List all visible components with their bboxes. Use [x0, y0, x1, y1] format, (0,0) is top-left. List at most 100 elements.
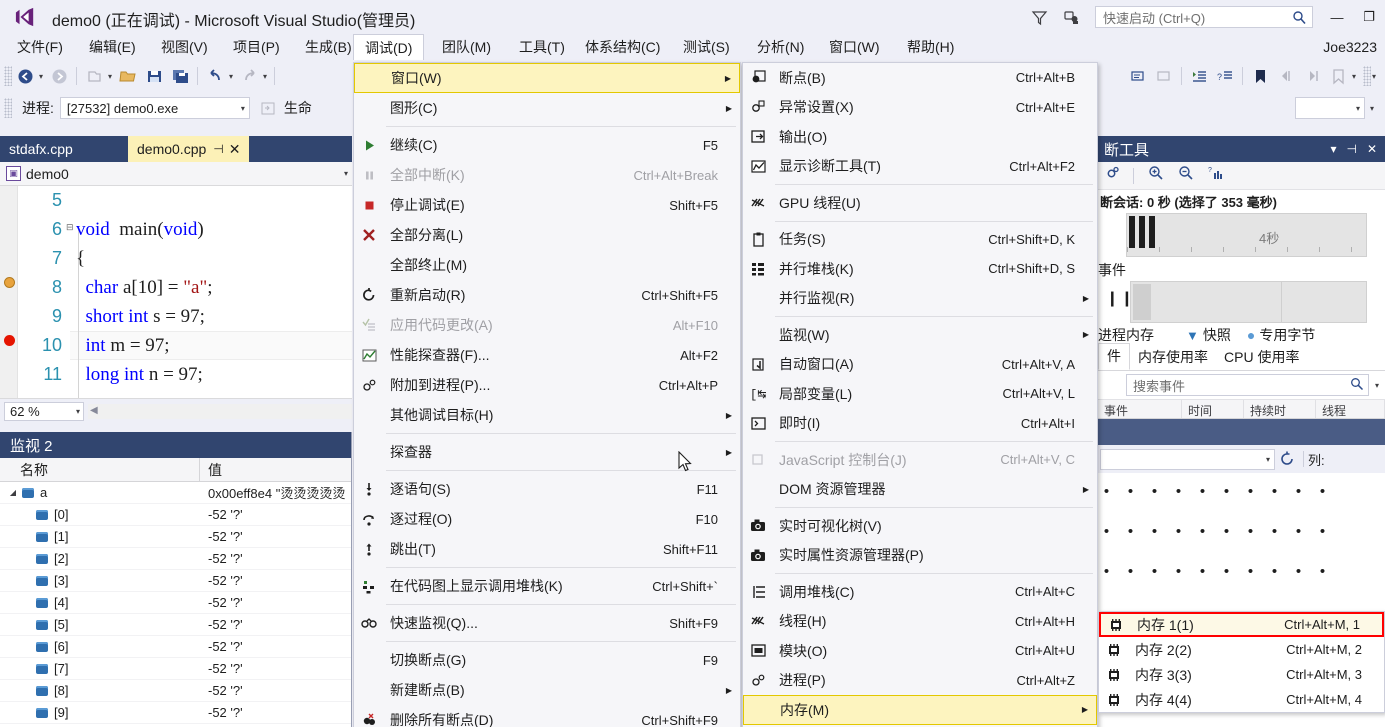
tab-cpu-usage[interactable]: CPU 使用率: [1216, 345, 1307, 370]
code-area[interactable]: 5 6 void main(void) ⊟ 7 { 8 char a[10] =…: [0, 186, 352, 398]
menubar-item-1[interactable]: 编辑(E): [78, 34, 147, 60]
editor-horizontal-scrollbar[interactable]: ◀: [88, 404, 352, 419]
memory-content-area[interactable]: • • • • • • • • • • • • • • • • • • • • …: [1098, 473, 1385, 606]
clear-bookmarks-icon[interactable]: [1325, 64, 1351, 88]
menu-item-在代码图上显示调用堆栈K[interactable]: 在代码图上显示调用堆栈(K) Ctrl+Shift+`: [354, 571, 740, 601]
navigate-backward-icon[interactable]: [12, 64, 38, 88]
menu-item-并行堆栈K[interactable]: 并行堆栈(K) Ctrl+Shift+D, S: [743, 254, 1097, 284]
menu-item-内存M[interactable]: 内存(M) ▶: [743, 695, 1097, 725]
watch-row[interactable]: [7] -52 '?': [0, 658, 351, 680]
menubar-item-8[interactable]: 体系结构(C): [574, 34, 671, 60]
refresh-icon[interactable]: [1275, 451, 1299, 467]
minimize-button[interactable]: —: [1321, 0, 1353, 34]
menu-item-JavaScript控制台J[interactable]: JavaScript 控制台(J) Ctrl+Alt+V, C: [743, 445, 1097, 475]
tab-events[interactable]: 件: [1098, 343, 1130, 370]
menubar-item-2[interactable]: 视图(V): [150, 34, 219, 60]
process-toolbar-grip[interactable]: [4, 98, 12, 118]
menu-item-切换断点G[interactable]: 切换断点(G) F9: [354, 645, 740, 675]
watch-row[interactable]: [0] -52 '?': [0, 504, 351, 526]
zoom-in-icon[interactable]: [1148, 165, 1164, 186]
navigate-forward-icon[interactable]: [46, 64, 72, 88]
menu-item-跳出T[interactable]: 跳出(T) Shift+F11: [354, 534, 740, 564]
menu-item-图形C[interactable]: 图形(C) ▶: [354, 93, 740, 123]
menu-item-并行监视R[interactable]: 并行监视(R) ▶: [743, 284, 1097, 314]
breakpoint-red[interactable]: [4, 335, 15, 346]
menu-item-窗口W[interactable]: 窗口(W) ▶: [354, 63, 740, 93]
pin-icon-diag[interactable]: ⊣: [1346, 142, 1356, 156]
watch-col-name[interactable]: 名称: [0, 457, 200, 482]
menu-item-GPU线程U[interactable]: GPU 线程(U): [743, 188, 1097, 218]
watch-row[interactable]: [5] -52 '?': [0, 614, 351, 636]
menu-item-内存11[interactable]: 内存 1(1) Ctrl+Alt+M, 1: [1099, 612, 1384, 637]
watch-col-value[interactable]: 值: [200, 460, 222, 480]
toolbar-grip[interactable]: [4, 66, 12, 86]
menu-item-监视W[interactable]: 监视(W) ▶: [743, 320, 1097, 350]
watch-row[interactable]: [6] -52 '?': [0, 636, 351, 658]
menu-item-实时可视化树V[interactable]: 实时可视化树(V): [743, 511, 1097, 541]
events-col-thread[interactable]: 线程: [1316, 400, 1385, 418]
menubar-item-5[interactable]: 调试(D): [353, 34, 425, 60]
redo-icon[interactable]: [236, 64, 262, 88]
account-name[interactable]: Joe3223: [1323, 34, 1377, 60]
menu-item-断点B[interactable]: 断点(B) Ctrl+Alt+B: [743, 63, 1097, 93]
redo-dropdown-icon[interactable]: ▾: [260, 72, 270, 81]
diagnostic-timeline[interactable]: 4秒: [1126, 213, 1367, 257]
tab-stdafx-cpp[interactable]: stdafx.cpp: [0, 136, 82, 162]
search-filter-dropdown-icon[interactable]: ▾: [1375, 381, 1379, 390]
toolbar-options-icon[interactable]: ▾: [1369, 72, 1379, 81]
menu-item-全部终止M[interactable]: 全部终止(M): [354, 250, 740, 280]
undo-dropdown-icon[interactable]: ▾: [226, 72, 236, 81]
save-all-icon[interactable]: [167, 64, 193, 88]
menubar-item-7[interactable]: 工具(T): [508, 34, 576, 60]
menubar-item-0[interactable]: 文件(F): [6, 34, 74, 60]
zoom-out-icon[interactable]: [1178, 165, 1194, 186]
menu-item-其他调试目标H[interactable]: 其他调试目标(H) ▶: [354, 400, 740, 430]
menu-item-逐过程O[interactable]: 逐过程(O) F10: [354, 504, 740, 534]
maximize-button[interactable]: ❐: [1353, 0, 1385, 34]
zoom-level-select[interactable]: 62 % ▾: [4, 402, 84, 421]
menu-item-即时I[interactable]: 即时(I) Ctrl+Alt+I: [743, 409, 1097, 439]
bookmark-icon[interactable]: [1247, 64, 1273, 88]
pin-icon[interactable]: ⊣: [213, 142, 223, 156]
menubar-item-6[interactable]: 团队(M): [431, 34, 502, 60]
menu-item-线程H[interactable]: 线程(H) Ctrl+Alt+H: [743, 607, 1097, 637]
menu-item-实时属性资源管理器P[interactable]: 实时属性资源管理器(P): [743, 541, 1097, 571]
events-col-time[interactable]: 时间: [1182, 400, 1244, 418]
menu-item-内存44[interactable]: 内存 4(4) Ctrl+Alt+M, 4: [1099, 687, 1384, 712]
menubar-item-10[interactable]: 分析(N): [746, 34, 815, 60]
breakpoint-amber[interactable]: [4, 277, 15, 288]
close-icon-diag[interactable]: ✕: [1367, 142, 1377, 156]
quick-launch-input[interactable]: 快速启动 (Ctrl+Q): [1095, 6, 1313, 28]
close-icon[interactable]: ✕: [229, 141, 241, 158]
menu-item-异常设置X[interactable]: 异常设置(X) Ctrl+Alt+E: [743, 93, 1097, 123]
editor-gutter[interactable]: [0, 186, 18, 398]
menu-item-逐语句S[interactable]: 逐语句(S) F11: [354, 474, 740, 504]
events-col-event[interactable]: 事件: [1098, 400, 1182, 418]
watch-row[interactable]: [3] -52 '?': [0, 570, 351, 592]
search-events-input[interactable]: 搜索事件: [1126, 374, 1369, 396]
navigate-backward-dropdown-icon[interactable]: ▾: [36, 72, 46, 81]
menubar-item-9[interactable]: 测试(S): [672, 34, 741, 60]
menu-item-内存33[interactable]: 内存 3(3) Ctrl+Alt+M, 3: [1099, 662, 1384, 687]
increase-indent-icon[interactable]: [1186, 64, 1212, 88]
watch-row[interactable]: [9] -52 '?': [0, 702, 351, 724]
events-col-duration[interactable]: 持续时: [1244, 400, 1316, 418]
notification-icon[interactable]: [1055, 0, 1087, 34]
menu-item-重新启动R[interactable]: 重新启动(R) Ctrl+Shift+F5: [354, 280, 740, 310]
menu-item-性能探查器F[interactable]: 性能探查器(F)... Alt+F2: [354, 340, 740, 370]
menu-item-内存22[interactable]: 内存 2(2) Ctrl+Alt+M, 2: [1099, 637, 1384, 662]
lifecycle-events-icon[interactable]: [256, 96, 282, 120]
menu-item-全部分离L[interactable]: 全部分离(L): [354, 220, 740, 250]
new-project-dropdown-icon[interactable]: ▾: [105, 72, 115, 81]
tab-memory-usage[interactable]: 内存使用率: [1130, 345, 1216, 370]
uncomment-icon[interactable]: [1151, 64, 1177, 88]
menu-item-全部中断K[interactable]: 全部中断(K) Ctrl+Alt+Break: [354, 160, 740, 190]
menu-item-应用代码更改A[interactable]: 应用代码更改(A) Alt+F10: [354, 310, 740, 340]
menubar-item-12[interactable]: 帮助(H): [896, 34, 965, 60]
reset-view-icon[interactable]: ?: [1208, 165, 1224, 186]
thread-combobox[interactable]: ▾: [1295, 97, 1365, 119]
watch-row[interactable]: [8] -52 '?': [0, 680, 351, 702]
open-file-icon[interactable]: [115, 64, 141, 88]
comment-icon[interactable]: [1125, 64, 1151, 88]
toolbar-overflow-icon[interactable]: ▾: [1349, 72, 1359, 81]
